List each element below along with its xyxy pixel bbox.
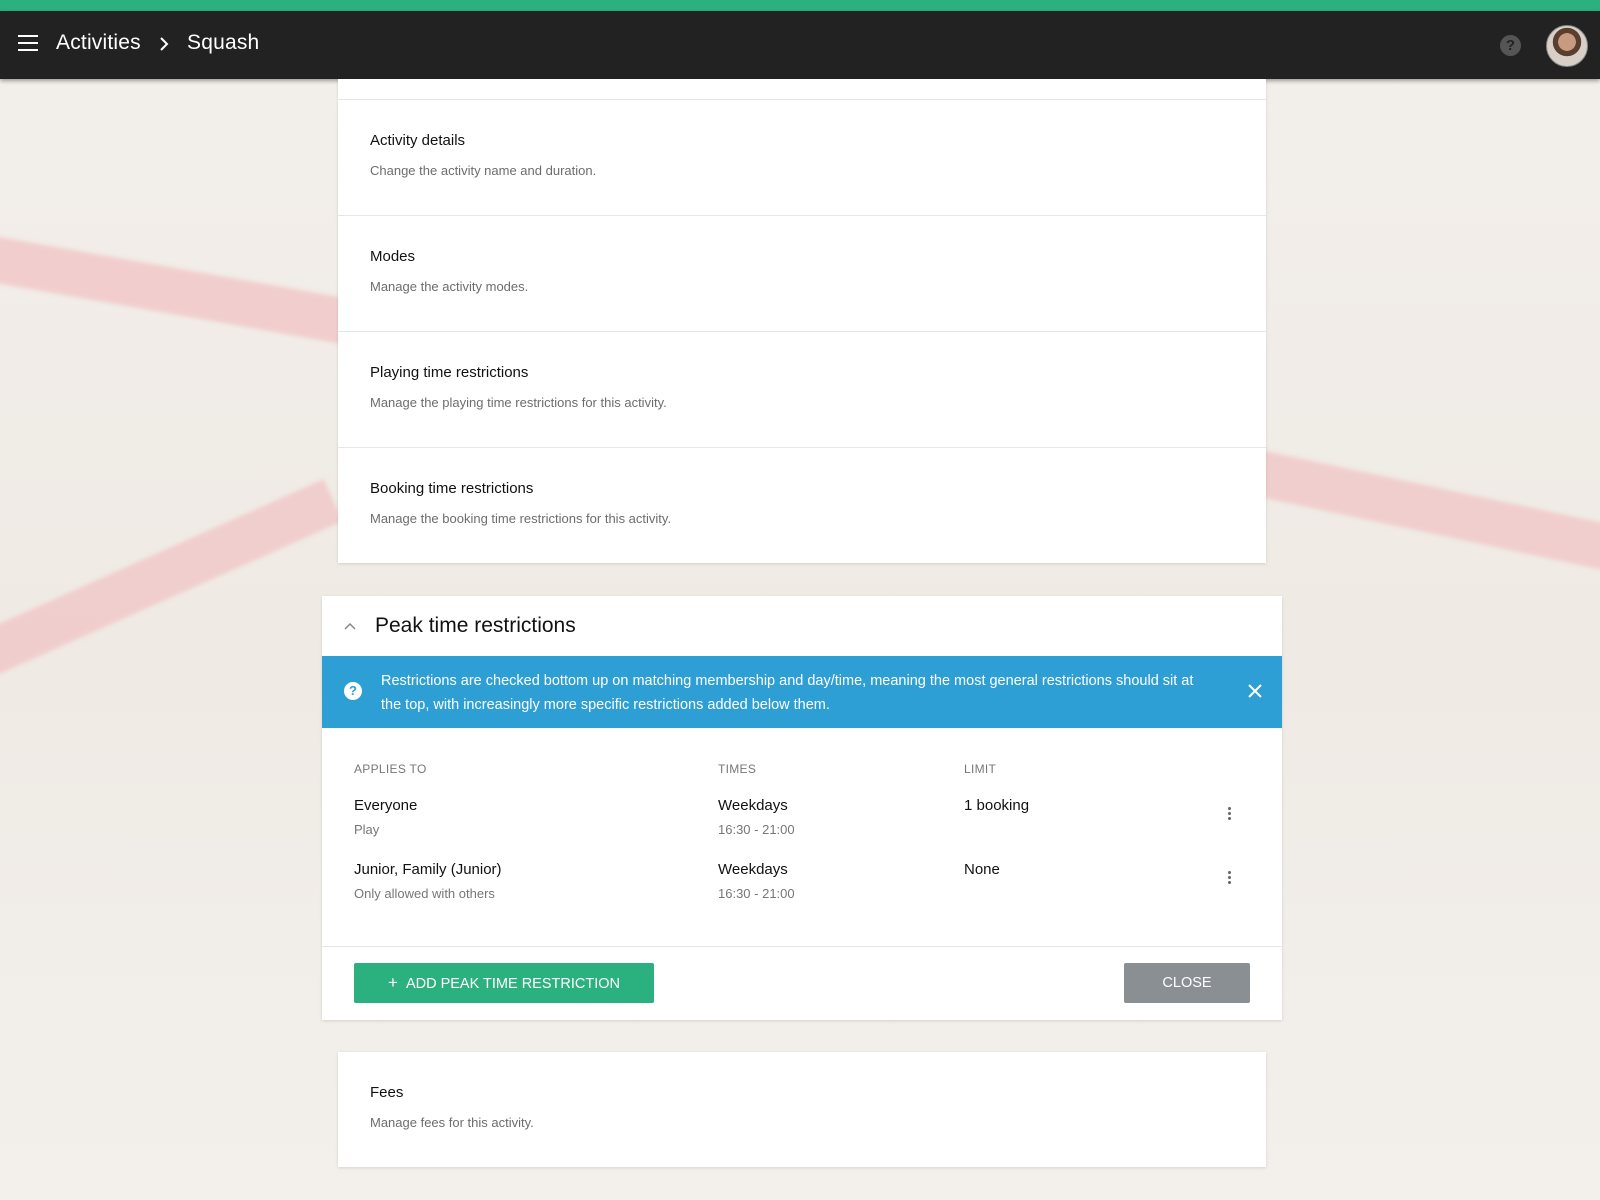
setting-description: Manage the activity modes. — [370, 279, 529, 294]
panel-header[interactable]: Peak time restrictions — [322, 596, 1282, 656]
column-header-times: TIMES — [718, 762, 757, 776]
add-peak-time-restriction-button[interactable]: + ADD PEAK TIME RESTRICTION — [354, 963, 654, 1003]
chevron-right-icon — [160, 37, 169, 51]
setting-title: Booking time restrictions — [370, 480, 534, 497]
setting-description: Manage the playing time restrictions for… — [370, 395, 667, 410]
help-circle-icon: ? — [344, 682, 362, 700]
plus-icon: + — [388, 973, 398, 992]
column-header-limit: LIMIT — [964, 762, 997, 776]
applies-to: Everyone — [354, 797, 418, 814]
setting-modes[interactable]: Modes Manage the activity modes. — [338, 215, 1266, 332]
accent-bar — [0, 0, 1600, 11]
divider — [322, 946, 1282, 947]
applies-to-mode: Only allowed with others — [354, 886, 495, 901]
panel-title: Peak time restrictions — [375, 614, 576, 637]
setting-fees[interactable]: Fees Manage fees for this activity. — [338, 1052, 1266, 1167]
setting-booking-time-restrictions[interactable]: Booking time restrictions Manage the boo… — [338, 447, 1266, 564]
applies-to-mode: Play — [354, 822, 380, 837]
more-options-icon[interactable] — [1228, 871, 1232, 885]
info-banner: ? Restrictions are checked bottom up on … — [322, 656, 1282, 728]
avatar[interactable] — [1546, 25, 1588, 67]
close-icon[interactable] — [1246, 682, 1264, 700]
chevron-up-icon[interactable] — [344, 622, 356, 630]
setting-activity-details[interactable]: Activity details Change the activity nam… — [338, 99, 1266, 216]
limit: 1 booking — [964, 797, 1030, 814]
setting-title: Playing time restrictions — [370, 364, 529, 381]
add-button-label: ADD PEAK TIME RESTRICTION — [405, 976, 620, 992]
setting-playing-time-restrictions[interactable]: Playing time restrictions Manage the pla… — [338, 331, 1266, 448]
breadcrumb-activities[interactable]: Activities — [56, 31, 141, 55]
help-icon[interactable]: ? — [1500, 35, 1521, 56]
setting-title: Activity details — [370, 132, 466, 149]
close-button[interactable]: CLOSE — [1124, 963, 1250, 1003]
setting-description: Manage the booking time restrictions for… — [370, 511, 672, 526]
column-header-applies-to: APPLIES TO — [354, 762, 427, 776]
times-hours: 16:30 - 21:00 — [718, 886, 795, 901]
peak-time-restrictions-panel: Peak time restrictions ? Restrictions ar… — [322, 596, 1282, 1020]
applies-to: Junior, Family (Junior) — [354, 861, 502, 878]
times-days: Weekdays — [718, 797, 788, 814]
top-bar: Activities Squash ? — [0, 11, 1600, 79]
times-hours: 16:30 - 21:00 — [718, 822, 795, 837]
setting-title: Fees — [370, 1084, 404, 1101]
background-stripe — [0, 479, 343, 693]
setting-fees-row[interactable]: Fees Manage fees for this activity. — [338, 1052, 1266, 1167]
menu-icon[interactable] — [18, 35, 38, 51]
background-stripe — [1250, 450, 1600, 583]
setting-title: Modes — [370, 248, 416, 265]
breadcrumb-squash: Squash — [187, 31, 260, 54]
limit: None — [964, 861, 1000, 878]
more-options-icon[interactable] — [1228, 807, 1232, 821]
setting-description: Change the activity name and duration. — [370, 163, 597, 178]
activity-settings-card: Activity details Change the activity nam… — [338, 79, 1266, 563]
setting-description: Manage fees for this activity. — [370, 1115, 534, 1130]
times-days: Weekdays — [718, 861, 788, 878]
info-text: Restrictions are checked bottom up on ma… — [381, 673, 1194, 713]
